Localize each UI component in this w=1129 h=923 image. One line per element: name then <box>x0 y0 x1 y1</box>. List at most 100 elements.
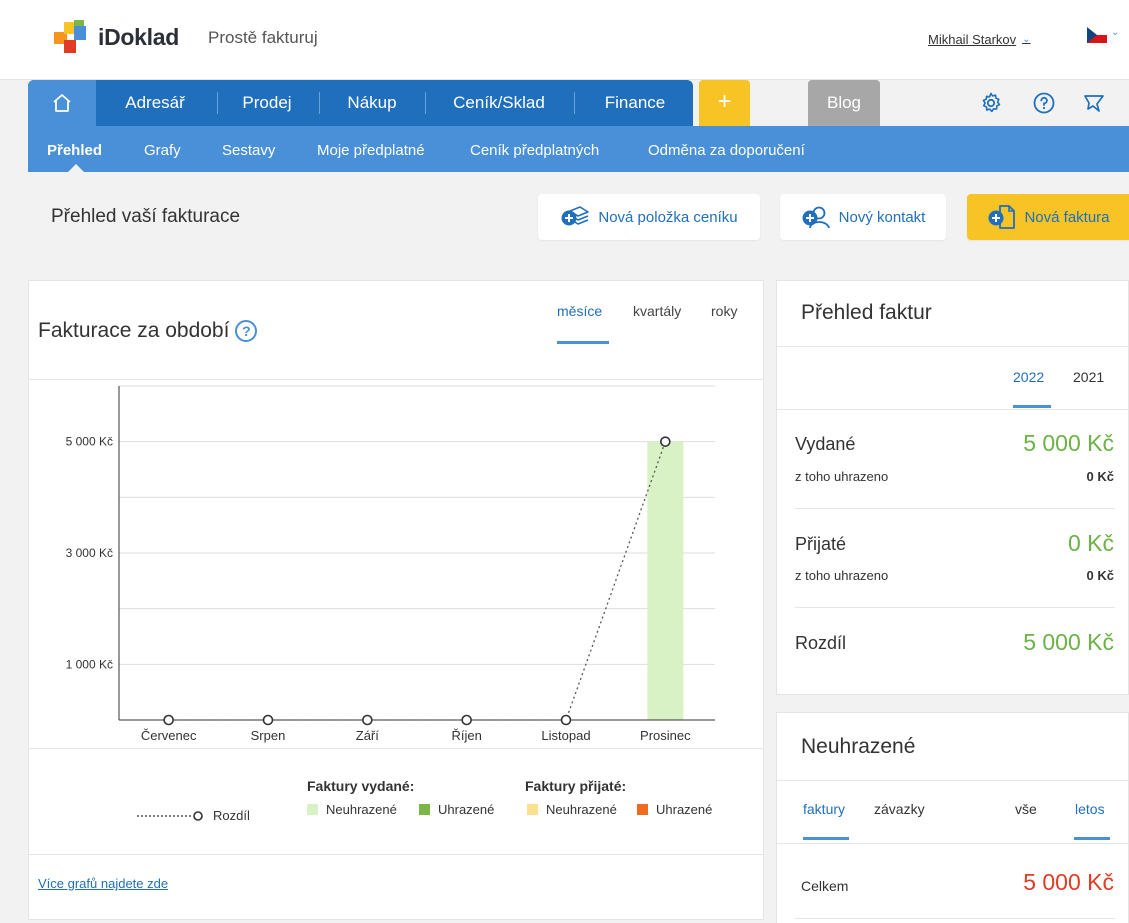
received-paid-value: 0 Kč <box>1086 568 1114 583</box>
legend-issued-unpaid: Neuhrazené <box>307 802 397 817</box>
chart-title-text: Fakturace za období <box>38 319 230 342</box>
new-contact-button[interactable]: Nový kontakt <box>780 194 946 240</box>
x-tick-label: Červenec <box>141 728 197 743</box>
blog-button[interactable]: Blog <box>808 80 880 126</box>
y-tick-label: 1 000 Kč <box>66 657 113 671</box>
received-label: Přijaté <box>795 534 847 554</box>
add-invoice-icon <box>988 205 1016 229</box>
tab-year-2021[interactable]: 2021 <box>1073 369 1104 385</box>
tab-liabilities[interactable]: závazky <box>874 801 925 817</box>
chevron-down-icon: ⌄ <box>1022 34 1031 45</box>
divider <box>777 346 1128 347</box>
summary-title: Přehled faktur <box>801 301 932 324</box>
nav-separator <box>574 92 575 114</box>
nav-item-adresar[interactable]: Adresář <box>110 80 200 126</box>
legend-label: Uhrazené <box>656 802 713 817</box>
new-contact-label: Nový kontakt <box>838 208 926 226</box>
filter-this-year[interactable]: letos <box>1075 801 1105 817</box>
issued-value: 5 000 Kč <box>1023 430 1114 456</box>
tagline: Prostě fakturuj <box>208 28 318 47</box>
active-tab-underline <box>557 341 609 344</box>
legend-received-heading: Faktury přijaté: <box>525 778 627 794</box>
logo-icon <box>54 20 92 54</box>
active-tab-underline <box>803 837 849 840</box>
issued-paid-value: 0 Kč <box>1086 469 1114 484</box>
add-contact-icon <box>802 206 830 229</box>
legend-issued-paid: Uhrazené <box>419 802 494 817</box>
x-tick-label: Srpen <box>251 728 286 743</box>
sub-nav: Přehled Grafy Sestavy Moje předplatné Ce… <box>28 126 1129 172</box>
divider <box>795 607 1115 608</box>
nav-item-finance[interactable]: Finance <box>586 80 684 126</box>
language-chevron-icon[interactable]: ⌄ <box>1111 27 1119 38</box>
legend-issued-heading: Faktury vydané: <box>307 778 415 794</box>
more-charts-link[interactable]: Více grafů najdete zde <box>38 876 168 891</box>
divider <box>795 508 1115 509</box>
notification-icon[interactable] <box>1082 91 1106 115</box>
tab-years[interactable]: roky <box>711 303 737 319</box>
issued-paid-label: z toho uhrazeno <box>795 469 889 484</box>
subnav-item-cenik-predplatnych[interactable]: Ceník předplatných <box>470 126 599 172</box>
home-icon <box>53 94 71 112</box>
main-nav: Adresář Prodej Nákup Ceník/Sklad Finance… <box>28 80 1129 126</box>
divider <box>777 409 1128 410</box>
help-icon[interactable]: ? <box>235 320 258 342</box>
new-price-item-label: Nová položka ceníku <box>598 208 738 226</box>
legend-difference-label: Rozdíl <box>213 808 250 823</box>
new-invoice-button[interactable]: Nová faktura <box>967 194 1129 240</box>
filter-all[interactable]: vše <box>1015 801 1037 817</box>
total-value: 5 000 Kč <box>1023 869 1114 895</box>
tab-months[interactable]: měsíce <box>557 303 602 319</box>
y-tick-label: 5 000 Kč <box>66 435 113 449</box>
logo-text: iDoklad <box>98 23 179 50</box>
divider <box>29 748 763 749</box>
invoice-summary-card: Přehled faktur 2022 2021 Vydané 5 000 Kč… <box>776 280 1129 695</box>
issued-label: Vydané <box>795 434 856 454</box>
top-header: iDoklad Prostě fakturuj Mikhail Starkov … <box>0 0 1129 80</box>
difference-value: 5 000 Kč <box>1023 629 1114 655</box>
legend-received-unpaid: Neuhrazené <box>527 802 617 817</box>
nav-separator <box>217 92 218 114</box>
legend-swatch <box>419 804 430 815</box>
received-paid-label: z toho uhrazeno <box>795 568 889 583</box>
invoicing-chart: 5 000 Kč 3 000 Kč 1 000 Kč Červenec Srpen Zář… <box>66 385 715 743</box>
gear-icon[interactable] <box>979 91 1003 115</box>
app-logo[interactable]: iDoklad <box>54 20 179 54</box>
difference-point <box>362 714 373 726</box>
nav-home[interactable] <box>28 80 96 126</box>
divider <box>777 780 1128 781</box>
difference-point <box>163 714 174 726</box>
total-label: Celkem <box>801 878 849 894</box>
legend-label: Neuhrazené <box>326 802 397 817</box>
subnav-item-sestavy[interactable]: Sestavy <box>222 126 275 172</box>
bar <box>647 441 684 720</box>
tab-invoices[interactable]: faktury <box>803 801 845 817</box>
legend-received-paid: Uhrazené <box>637 802 712 817</box>
tab-year-2022[interactable]: 2022 <box>1013 369 1044 385</box>
nav-separator <box>319 92 320 114</box>
nav-item-prodej[interactable]: Prodej <box>228 80 306 126</box>
subnav-item-odmena[interactable]: Odměna za doporučení <box>648 126 805 172</box>
nav-separator <box>425 92 426 114</box>
legend-difference: Rozdíl <box>137 808 250 823</box>
nav-item-cenik-sklad[interactable]: Ceník/Sklad <box>436 80 562 126</box>
nav-item-nakup[interactable]: Nákup <box>330 80 414 126</box>
divider <box>777 843 1128 844</box>
active-tab-underline <box>1013 405 1051 408</box>
add-price-item-icon <box>561 206 590 226</box>
subnav-item-moje-predplatne[interactable]: Moje předplatné <box>317 126 425 172</box>
user-menu[interactable]: Mikhail Starkov ⌄ <box>928 32 1031 47</box>
page-title: Přehled vaší fakturace <box>51 206 241 227</box>
help-icon[interactable] <box>1032 91 1056 115</box>
user-name: Mikhail Starkov <box>928 32 1017 47</box>
legend-label: Uhrazené <box>438 802 495 817</box>
dotted-line-icon <box>137 810 203 821</box>
quick-add-button[interactable]: + <box>699 80 750 126</box>
difference-point <box>660 436 671 447</box>
difference-point <box>560 714 572 726</box>
new-price-item-button[interactable]: Nová položka ceníku <box>538 194 760 240</box>
czech-flag-icon[interactable] <box>1087 27 1107 43</box>
tab-quarters[interactable]: kvartály <box>633 303 681 319</box>
subnav-item-grafy[interactable]: Grafy <box>144 126 181 172</box>
x-tick-label: Říjen <box>451 728 481 743</box>
